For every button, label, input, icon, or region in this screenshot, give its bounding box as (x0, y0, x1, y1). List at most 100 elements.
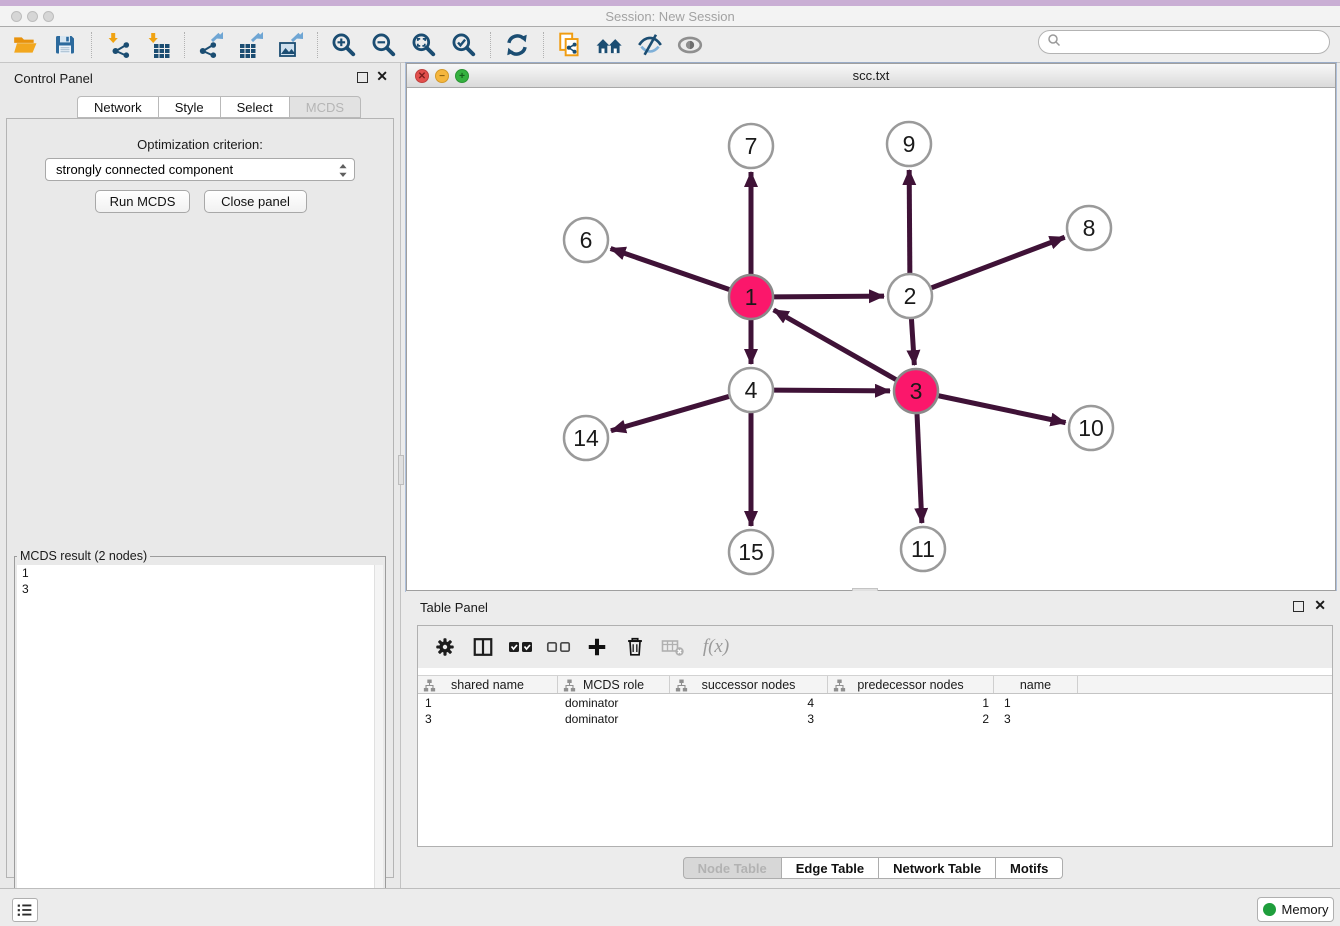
cell-shared-name[interactable]: 1 (418, 695, 558, 711)
network-window: ✕ − + scc.txt 1234678910111415 (406, 63, 1336, 591)
graph-edge-1-6[interactable] (611, 248, 730, 289)
result-scrollbar[interactable] (374, 565, 383, 926)
memory-button[interactable]: Memory (1257, 897, 1334, 922)
graph-edge-4-14[interactable] (611, 396, 729, 430)
network-view[interactable]: 1234678910111415 (407, 88, 1335, 590)
graph-node-label-11: 11 (911, 536, 935, 562)
node-table-frame: f(x) shared name MCDS role successor nod… (417, 625, 1333, 847)
add-column-icon[interactable] (582, 632, 612, 662)
select-all-icon[interactable] (506, 632, 536, 662)
toolbar-separator (490, 32, 491, 58)
column-layout-icon[interactable] (468, 632, 498, 662)
close-panel-icon[interactable]: ✕ (376, 69, 388, 83)
tab-mcds[interactable]: MCDS (290, 96, 361, 118)
graph-edge-2-8[interactable] (932, 237, 1065, 288)
tab-motifs[interactable]: Motifs (996, 857, 1063, 879)
import-network-icon[interactable] (101, 30, 135, 60)
optimization-criterion-label: Optimization criterion: (7, 137, 393, 152)
settings-gear-icon[interactable] (430, 632, 460, 662)
graph-node-label-8: 8 (1083, 215, 1096, 241)
dropdown-stepper-icon (338, 163, 348, 181)
open-session-icon[interactable] (8, 30, 42, 60)
toolbar-separator (91, 32, 92, 58)
org-chart-icon (833, 679, 846, 692)
close-table-panel-icon[interactable]: ✕ (1314, 598, 1326, 612)
graph-edge-3-11[interactable] (917, 414, 922, 523)
status-bar: Memory (0, 888, 1340, 926)
tab-network[interactable]: Network (77, 96, 159, 118)
network-window-titlebar[interactable]: ✕ − + scc.txt (407, 64, 1335, 88)
tab-select[interactable]: Select (221, 96, 290, 118)
column-header-shared-name[interactable]: shared name (418, 676, 558, 693)
hide-selected-icon[interactable] (633, 30, 667, 60)
graph-edge-4-3[interactable] (774, 390, 890, 391)
network-canvas[interactable]: 1234678910111415 (407, 88, 1335, 590)
org-chart-icon (563, 679, 576, 692)
graph-edge-3-10[interactable] (939, 396, 1066, 423)
search-input[interactable] (1061, 35, 1311, 50)
cell-name[interactable]: 3 (994, 711, 1078, 727)
float-table-panel-icon[interactable] (1293, 601, 1304, 612)
float-panel-icon[interactable] (357, 72, 368, 83)
column-header-successor-nodes[interactable]: successor nodes (670, 676, 828, 693)
cell-shared-name[interactable]: 3 (418, 711, 558, 727)
task-history-button[interactable] (12, 898, 38, 922)
column-header-mcds-role[interactable]: MCDS role (558, 676, 670, 693)
deselect-all-icon[interactable] (544, 632, 574, 662)
function-builder-icon[interactable]: f(x) (696, 632, 736, 662)
zoom-fit-icon[interactable] (407, 30, 441, 60)
export-table-icon[interactable] (234, 30, 268, 60)
main-toolbar (0, 27, 1340, 63)
cell-predecessor-nodes[interactable]: 1 (828, 695, 994, 711)
export-network-icon[interactable] (194, 30, 228, 60)
delete-table-icon[interactable] (658, 632, 688, 662)
split-pane-grip-vertical[interactable] (398, 455, 404, 485)
delete-column-icon[interactable] (620, 632, 650, 662)
zoom-selected-icon[interactable] (447, 30, 481, 60)
graph-node-label-2: 2 (904, 283, 917, 309)
graph-node-label-3: 3 (910, 378, 923, 404)
cell-successor-nodes[interactable]: 4 (670, 695, 828, 711)
import-table-icon[interactable] (141, 30, 175, 60)
export-image-icon[interactable] (274, 30, 308, 60)
criterion-dropdown[interactable]: strongly connected component (45, 158, 355, 181)
table-header-row: shared name MCDS role successor nodes pr… (418, 675, 1332, 694)
graph-edge-2-3[interactable] (911, 319, 914, 365)
cell-mcds-role[interactable]: dominator (558, 695, 670, 711)
table-row[interactable]: 1 dominator 4 1 1 (418, 695, 1332, 711)
cell-mcds-role[interactable]: dominator (558, 711, 670, 727)
zoom-in-icon[interactable] (327, 30, 361, 60)
criterion-dropdown-value: strongly connected component (56, 162, 233, 177)
graph-edge-3-1[interactable] (774, 310, 896, 380)
tab-node-table[interactable]: Node Table (683, 857, 782, 879)
cell-predecessor-nodes[interactable]: 2 (828, 711, 994, 727)
table-panel-tabs: Node Table Edge Table Network Table Moti… (406, 857, 1340, 879)
new-network-from-selection-icon[interactable] (553, 30, 587, 60)
graph-node-label-7: 7 (745, 133, 758, 159)
graph-edge-2-9[interactable] (909, 170, 910, 273)
graph-node-label-1: 1 (745, 284, 758, 310)
column-header-predecessor-nodes[interactable]: predecessor nodes (828, 676, 994, 693)
column-header-name[interactable]: name (994, 676, 1078, 693)
zoom-out-icon[interactable] (367, 30, 401, 60)
column-header-filler (1078, 676, 1332, 693)
tab-network-table[interactable]: Network Table (879, 857, 996, 879)
toolbar-separator (184, 32, 185, 58)
close-panel-button[interactable]: Close panel (204, 190, 307, 213)
graph-node-label-9: 9 (903, 131, 916, 157)
run-mcds-button[interactable]: Run MCDS (95, 190, 190, 213)
graph-node-label-6: 6 (580, 227, 593, 253)
save-session-icon[interactable] (48, 30, 82, 60)
app-title-bar: Session: New Session (0, 6, 1340, 27)
graph-edge-1-2[interactable] (774, 296, 884, 297)
toolbar-separator (317, 32, 318, 58)
tab-edge-table[interactable]: Edge Table (782, 857, 879, 879)
refresh-layout-icon[interactable] (500, 30, 534, 60)
cell-name[interactable]: 1 (994, 695, 1078, 711)
show-all-icon[interactable] (673, 30, 707, 60)
table-row[interactable]: 3 dominator 3 2 3 (418, 711, 1332, 727)
cell-successor-nodes[interactable]: 3 (670, 711, 828, 727)
search-box[interactable] (1038, 30, 1330, 54)
tab-style[interactable]: Style (159, 96, 221, 118)
first-neighbors-icon[interactable] (593, 30, 627, 60)
